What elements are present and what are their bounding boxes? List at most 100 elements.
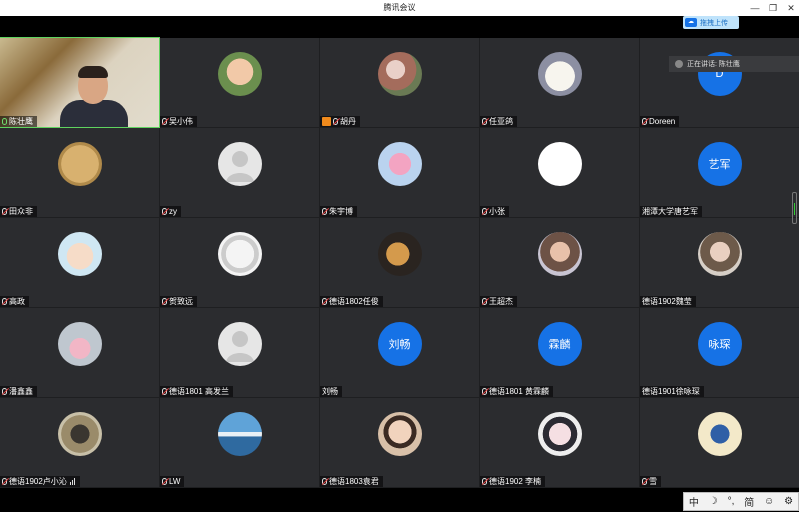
avatar: [697, 411, 742, 456]
avatar: [377, 411, 422, 456]
participant-name-tag: LW: [160, 476, 185, 487]
cloud-upload-icon: ☁: [685, 18, 697, 27]
participant-tile[interactable]: 贺致远: [160, 218, 319, 307]
mic-muted-icon: [2, 298, 7, 305]
participant-name: 刘畅: [322, 387, 338, 396]
mic-muted-icon: [2, 208, 7, 215]
volume-indicator: [792, 192, 797, 224]
participant-name-tag: 王超杰: [480, 296, 517, 307]
ime-punct-toggle[interactable]: °,: [728, 496, 735, 507]
participant-name-tag: 湘潭大学唐艺军: [640, 206, 702, 217]
participant-name: 德语1803袁君: [329, 477, 379, 486]
mic-muted-icon: [2, 388, 7, 395]
participant-grid: 陈壮鹰 吴小伟 胡丹 任亚鸽 D Doreen 田众非 zy 朱宇博 小张 艺军湘潭大学唐艺军高政 贺…: [0, 37, 799, 488]
participant-name-tag: 刘畅: [320, 386, 342, 397]
avatar: [537, 411, 582, 456]
ime-lang-toggle[interactable]: 中: [689, 494, 699, 509]
mic-muted-icon: [322, 478, 327, 485]
participant-name-tag: 德语1901徐咏琛: [640, 386, 704, 397]
participant-tile[interactable]: 刘畅 刘畅: [320, 308, 479, 397]
mic-muted-icon: [482, 478, 487, 485]
participant-tile[interactable]: 田众非: [0, 128, 159, 217]
participant-name: 德语1902 李楠: [489, 477, 542, 486]
mic-muted-icon: [162, 388, 167, 395]
participant-tile[interactable]: 潘鑫鑫: [0, 308, 159, 397]
mic-muted-icon: [322, 298, 327, 305]
participant-tile[interactable]: D Doreen: [640, 38, 799, 127]
mic-muted-icon: [642, 478, 647, 485]
participant-name-tag: zy: [160, 206, 181, 217]
participant-tile[interactable]: 王超杰: [480, 218, 639, 307]
avatar: [377, 141, 422, 186]
participant-name-tag: 陈壮鹰: [0, 116, 37, 127]
participant-name: zy: [169, 207, 177, 216]
restore-button[interactable]: ❐: [766, 2, 780, 14]
participant-tile[interactable]: 德语1801 高发兰: [160, 308, 319, 397]
speaker-body: [60, 100, 128, 127]
settings-icon[interactable]: ⚙: [784, 496, 793, 507]
participant-tile[interactable]: 胡丹: [320, 38, 479, 127]
upload-button[interactable]: ☁ 拖拽上传: [683, 16, 739, 29]
participant-tile[interactable]: 任亚鸽: [480, 38, 639, 127]
participant-tile[interactable]: 小张: [480, 128, 639, 217]
mic-muted-icon: [482, 208, 487, 215]
participant-tile[interactable]: 德语1902魏莹: [640, 218, 799, 307]
avatar: [537, 141, 582, 186]
participant-name-tag: 任亚鸽: [480, 116, 517, 127]
participant-tile[interactable]: 朱宇博: [320, 128, 479, 217]
participant-name: 德语1902魏莹: [642, 297, 692, 306]
avatar: [57, 411, 102, 456]
mic-muted-icon: [482, 388, 487, 395]
participant-tile[interactable]: 雪: [640, 398, 799, 487]
mic-muted-icon: [333, 118, 338, 125]
avatar: [377, 231, 422, 276]
ime-simplified-toggle[interactable]: 简: [744, 494, 754, 509]
close-button[interactable]: ✕: [784, 2, 798, 14]
participant-name-tag: 德语1802任俊: [320, 296, 383, 307]
participant-tile[interactable]: 德语1803袁君: [320, 398, 479, 487]
participant-tile[interactable]: 德语1902 李楠: [480, 398, 639, 487]
window-title: 腾讯会议: [383, 3, 416, 12]
participant-name-tag: 德语1803袁君: [320, 476, 383, 487]
participant-name: 朱宇博: [329, 207, 353, 216]
minimize-button[interactable]: —: [748, 2, 762, 14]
participant-name: 田众非: [9, 207, 33, 216]
signal-strength-icon: [69, 478, 76, 485]
participant-tile[interactable]: 德语1902卢小沁: [0, 398, 159, 487]
avatar: [217, 411, 262, 456]
avatar: [57, 231, 102, 276]
participant-tile[interactable]: zy: [160, 128, 319, 217]
participant-tile[interactable]: 吴小伟: [160, 38, 319, 127]
avatar: [57, 141, 102, 186]
participant-name: 潘鑫鑫: [9, 387, 33, 396]
avatar-initials: 艺军: [697, 141, 742, 186]
participant-tile[interactable]: 艺军湘潭大学唐艺军: [640, 128, 799, 217]
title-bar: 腾讯会议 — ❐ ✕: [0, 0, 799, 16]
participant-tile[interactable]: 咏琛 德语1901徐咏琛: [640, 308, 799, 397]
participant-tile[interactable]: LW: [160, 398, 319, 487]
participant-name-tag: 德语1801 黄霖麟: [480, 386, 554, 397]
participant-name-tag: 德语1902卢小沁: [0, 476, 80, 487]
default-avatar-icon: [217, 321, 262, 366]
participant-name: 德语1901徐咏琛: [642, 387, 700, 396]
mic-on-icon: [2, 118, 7, 125]
participant-name: 贺致远: [169, 297, 193, 306]
moon-icon[interactable]: ☽: [709, 496, 718, 507]
participant-tile[interactable]: 高政: [0, 218, 159, 307]
participant-name-tag: 贺致远: [160, 296, 197, 307]
mic-muted-icon: [482, 118, 487, 125]
participant-name-tag: 田众非: [0, 206, 37, 217]
participant-name: 王超杰: [489, 297, 513, 306]
participant-name: 德语1801 黄霖麟: [489, 387, 550, 396]
participant-tile[interactable]: 陈壮鹰: [0, 37, 160, 128]
host-icon: [322, 117, 331, 126]
participant-name-tag: 胡丹: [320, 116, 360, 127]
participant-tile[interactable]: 德语1802任俊: [320, 218, 479, 307]
mic-muted-icon: [162, 208, 167, 215]
participant-tile[interactable]: 霖麟 德语1801 黄霖麟: [480, 308, 639, 397]
participant-name-tag: 小张: [480, 206, 509, 217]
participant-name: LW: [169, 477, 181, 486]
participant-name: 小张: [489, 207, 505, 216]
emoji-icon[interactable]: ☺: [764, 496, 774, 507]
participant-name: 德语1802任俊: [329, 297, 379, 306]
